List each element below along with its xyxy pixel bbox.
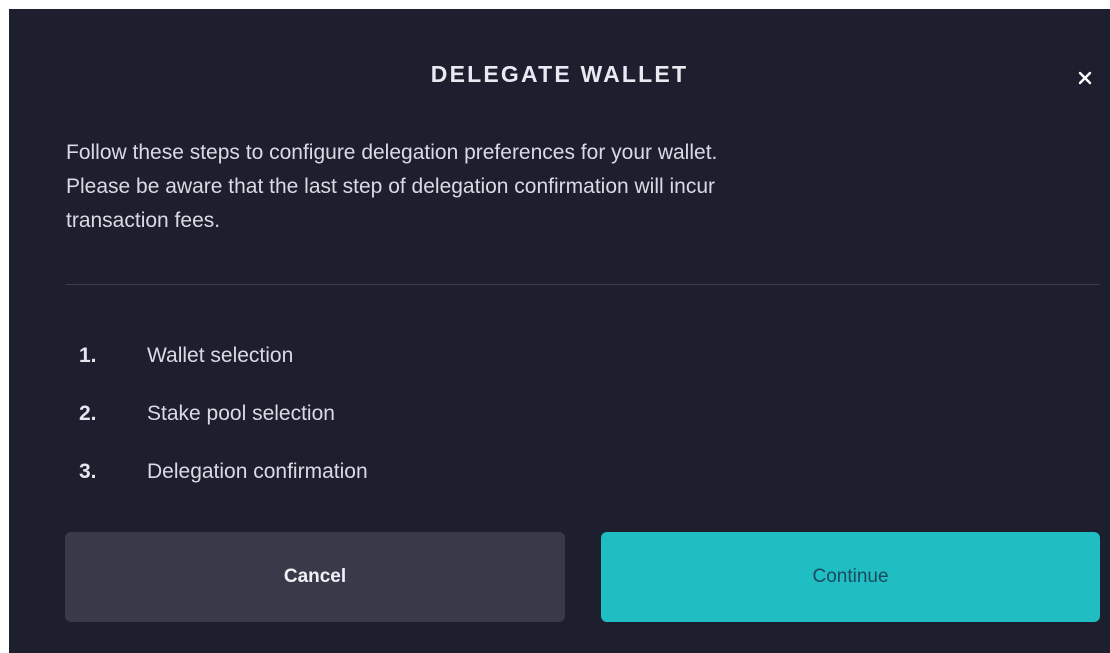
step-number: 1. — [79, 344, 97, 367]
continue-button[interactable]: Continue — [601, 532, 1100, 622]
step-item: 1. Wallet selection — [79, 327, 368, 385]
close-icon — [1078, 71, 1092, 85]
step-number: 2. — [79, 402, 97, 425]
close-button[interactable] — [1074, 67, 1096, 89]
dialog-title: DELEGATE WALLET — [430, 61, 689, 87]
step-item: 3. Delegation confirmation — [79, 443, 368, 501]
step-item: 2. Stake pool selection — [79, 385, 368, 443]
step-label: Stake pool selection — [147, 402, 335, 425]
cancel-button[interactable]: Cancel — [65, 532, 565, 622]
step-number: 3. — [79, 460, 97, 483]
description-line: Please be aware that the last step of de… — [66, 175, 716, 198]
delegate-wallet-dialog: DELEGATE WALLET Follow these steps to co… — [9, 9, 1110, 653]
dialog-description: Follow these steps to configure delegati… — [66, 136, 1086, 238]
divider — [66, 284, 1100, 285]
steps-list: 1. Wallet selection 2. Stake pool select… — [79, 327, 368, 501]
step-label: Wallet selection — [147, 344, 294, 367]
description-line: transaction fees. — [66, 209, 221, 232]
description-line: Follow these steps to configure delegati… — [66, 141, 718, 164]
step-label: Delegation confirmation — [147, 460, 368, 483]
